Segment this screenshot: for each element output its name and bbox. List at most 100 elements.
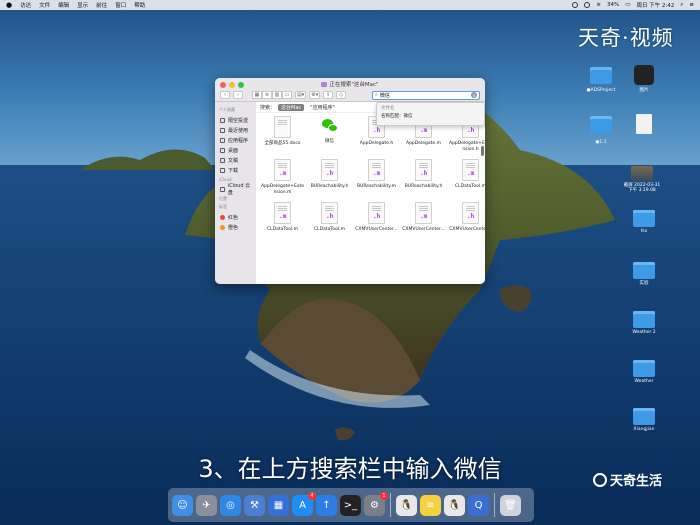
clear-search-icon[interactable]: ×	[471, 92, 477, 98]
sidebar-item-downloads[interactable]: 下载	[217, 165, 254, 175]
menu-view[interactable]: 显示	[77, 1, 88, 9]
document-icon	[220, 157, 225, 163]
scope-applications[interactable]: "应用程序"	[307, 104, 338, 111]
action-gear-button[interactable]: ⚙▾	[309, 91, 321, 99]
sidebar-item-icloud-drive[interactable]: iCloud 云盘	[217, 183, 254, 196]
battery-percent[interactable]: 34%	[607, 2, 619, 8]
folder-icon	[633, 262, 655, 279]
file-item[interactable]: .h CXMVUserCenter...	[448, 202, 485, 233]
file-icon	[636, 114, 652, 134]
desktop-item-screenshot[interactable]: 截屏 2022-03-31 下午 3.19.08	[618, 166, 666, 194]
menu-file[interactable]: 文件	[39, 1, 50, 9]
menu-help[interactable]: 帮助	[134, 1, 145, 9]
desktop-item-adsproject[interactable]: ●ADSProject	[577, 86, 625, 93]
document-icon: .m	[415, 202, 432, 225]
wechat-icon	[319, 116, 340, 136]
back-button[interactable]: ‹	[220, 91, 230, 99]
file-item[interactable]: .m BUReachability.m	[354, 159, 399, 196]
control-center-icon[interactable]: ≡	[689, 2, 694, 8]
wifi-icon[interactable]: ≋	[596, 2, 601, 8]
file-item-wechat[interactable]: 微信	[307, 116, 352, 153]
desktop-item[interactable]	[620, 65, 668, 87]
menu-finder[interactable]: 访达	[20, 1, 31, 9]
file-item[interactable]: .m CXMVUserCenter...	[401, 202, 446, 233]
trash-icon[interactable]: 🗑	[500, 494, 521, 516]
tag-button[interactable]: ◇	[336, 91, 347, 99]
menu-edit[interactable]: 编辑	[58, 1, 69, 9]
desktop-item-experiment[interactable]: 实验	[620, 262, 668, 286]
sidebar-item-recents[interactable]: 最近使用	[217, 125, 254, 135]
desktop-item-1-1[interactable]: ●1.1	[577, 138, 625, 145]
apple-menu-icon[interactable]: ●	[6, 1, 12, 9]
qq-icon[interactable]: 🐧	[396, 494, 417, 516]
finder-toolbar: ‹ › ▦ ≡ ▥ ▭ ▤▾ ⚙▾ ⇪ ◇ ⌕ 微信 ×	[220, 90, 480, 100]
desktop-item-weather[interactable]: Weather	[620, 360, 668, 384]
finder-icon[interactable]: ☺	[172, 494, 193, 516]
desktop-item-fsx[interactable]: fsx	[620, 210, 668, 234]
terminal-icon[interactable]: >_	[340, 494, 361, 516]
desktop-item-xiangjian[interactable]: Xiangjian	[620, 408, 668, 432]
dock-separator	[390, 493, 391, 517]
quicktime-icon[interactable]: Q	[468, 494, 489, 516]
menu-go[interactable]: 前往	[96, 1, 107, 9]
menu-window[interactable]: 窗口	[115, 1, 126, 9]
sidebar-item-desktop[interactable]: 桌面	[217, 145, 254, 155]
desktop-item[interactable]	[577, 67, 625, 86]
share-button[interactable]: ⇪	[323, 91, 334, 99]
group-by-button[interactable]: ▤▾	[295, 91, 307, 99]
suggestion-item[interactable]: 名称匹配：微信	[381, 113, 480, 119]
appstore-icon[interactable]: A4	[292, 491, 316, 516]
file-name: CXMVUserCenter...	[449, 227, 485, 233]
file-name: AppDelegate.m	[405, 141, 441, 146]
file-item[interactable]: .m CLDataTool.m	[260, 202, 305, 233]
sidebar-tag-orange[interactable]: 橙色	[217, 222, 254, 232]
scrollbar[interactable]	[481, 146, 484, 156]
safari-icon[interactable]: ◎	[220, 494, 241, 516]
files-icon[interactable]: ▦	[268, 494, 289, 516]
launchpad-icon[interactable]: ✈	[196, 494, 217, 516]
folder-icon	[633, 408, 655, 425]
file-item[interactable]: .h CLDataTool.m	[307, 202, 352, 233]
status-ring-icon[interactable]	[584, 2, 591, 8]
status-circle-icon[interactable]	[572, 2, 579, 8]
file-item[interactable]: .m CLDataTool.m	[448, 159, 485, 196]
file-name: 全部商品55.docx	[264, 141, 301, 146]
window-title: 正在搜索"这台Mac"	[215, 80, 485, 88]
search-field[interactable]: ⌕ 微信 ×	[372, 90, 480, 100]
clock[interactable]: 周日 下午 2:42	[636, 1, 674, 9]
desktop-item[interactable]	[620, 114, 668, 136]
sidebar-tag-red[interactable]: 红色	[217, 212, 254, 222]
settings-icon[interactable]: ⚙ 1	[364, 491, 388, 516]
sidebar-item-airdrop[interactable]: 隔空投送	[217, 115, 254, 125]
list-view-button[interactable]: ≡	[262, 91, 272, 99]
file-name: CLDataTool.m	[314, 227, 345, 233]
document-icon: .h	[368, 202, 385, 225]
gallery-view-button[interactable]: ▭	[282, 91, 292, 99]
sidebar-item-documents[interactable]: 文稿	[217, 155, 254, 165]
forward-button[interactable]: ›	[233, 91, 243, 99]
document-icon: .h	[321, 159, 338, 182]
xcode-icon[interactable]: ⚒	[244, 494, 265, 516]
search-input[interactable]: 微信	[380, 92, 390, 99]
desktop-item[interactable]	[577, 116, 625, 135]
desktop-item-weather-2[interactable]: Weather 2	[620, 311, 668, 335]
desktop-item-pictures[interactable]: 图片	[620, 86, 668, 93]
file-item[interactable]: .h BUReachability.h	[307, 159, 352, 196]
file-item[interactable]: 全部商品55.docx	[260, 116, 305, 153]
file-item[interactable]: .h CXMVUserCenter...	[354, 202, 399, 233]
scope-this-mac[interactable]: 这台Mac	[278, 103, 305, 111]
qq-icon-2[interactable]: 🐧	[444, 494, 465, 516]
update-icon[interactable]: ↑	[316, 494, 337, 516]
file-item[interactable]: .m AppDelegate+Extension.m	[260, 159, 305, 196]
column-view-button[interactable]: ▥	[272, 91, 282, 99]
icon-view-button[interactable]: ▦	[252, 91, 262, 99]
document-icon: .m	[274, 159, 291, 182]
battery-icon[interactable]: ▭	[625, 2, 630, 8]
file-item[interactable]: .h BUReachability.h	[401, 159, 446, 196]
notes-icon[interactable]: ≡	[420, 494, 441, 516]
sidebar-item-applications[interactable]: 应用程序	[217, 135, 254, 145]
finder-titlebar[interactable]: 正在搜索"这台Mac" ‹ › ▦ ≡ ▥ ▭ ▤▾ ⚙▾ ⇪ ◇ ⌕ 微信 ×	[215, 78, 485, 102]
spotlight-icon[interactable]: ⌕	[680, 2, 683, 9]
suggestion-header: 文件名	[381, 106, 395, 111]
file-name: CXMVUserCenter...	[355, 227, 398, 233]
